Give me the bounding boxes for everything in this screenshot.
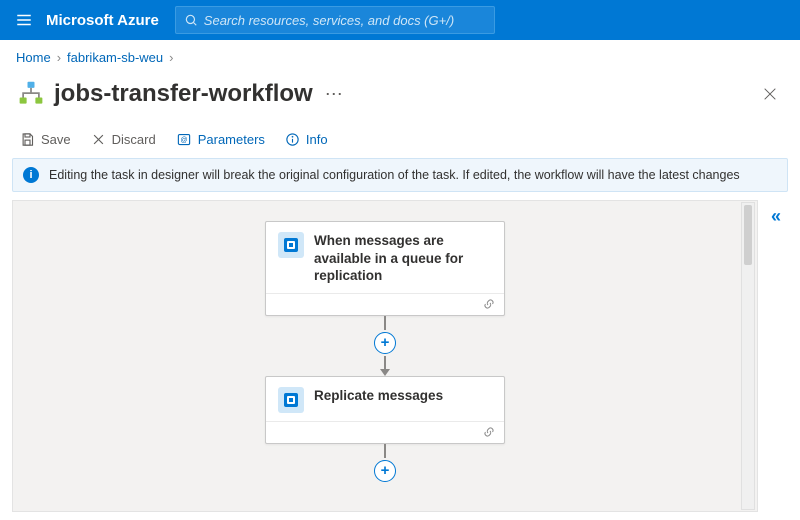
add-step-button[interactable]: + — [374, 332, 396, 354]
breadcrumb: Home › fabrikam-sb-weu › — [0, 40, 800, 74]
page-header: jobs-transfer-workflow ⋯ — [0, 74, 800, 120]
scrollbar-thumb[interactable] — [744, 205, 752, 265]
connector: + — [374, 316, 396, 376]
parameters-button[interactable]: @ Parameters — [168, 128, 273, 151]
save-button[interactable]: Save — [12, 128, 79, 151]
discard-icon — [91, 132, 106, 147]
info-icon: i — [23, 167, 39, 183]
trigger-title: When messages are available in a queue f… — [314, 232, 492, 285]
chevron-right-icon: › — [57, 50, 61, 65]
info-button[interactable]: Info — [277, 128, 336, 151]
service-bus-icon — [278, 387, 304, 413]
connector-end: + — [374, 444, 396, 484]
page-title: jobs-transfer-workflow — [54, 80, 313, 108]
search-icon — [184, 13, 198, 27]
link-icon — [482, 426, 496, 438]
breadcrumb-home[interactable]: Home — [16, 50, 51, 65]
designer-canvas-wrap: When messages are available in a queue f… — [12, 200, 788, 512]
global-search[interactable] — [175, 6, 495, 34]
save-icon — [20, 132, 35, 147]
info-banner: i Editing the task in designer will brea… — [12, 158, 788, 192]
discard-button[interactable]: Discard — [83, 128, 164, 151]
service-bus-icon — [278, 232, 304, 258]
scrollbar[interactable] — [741, 202, 755, 510]
search-input[interactable] — [204, 13, 486, 28]
svg-text:@: @ — [180, 137, 187, 144]
close-blade-button[interactable] — [756, 80, 784, 108]
banner-text: Editing the task in designer will break … — [49, 168, 740, 182]
workflow-action-card[interactable]: Replicate messages — [265, 376, 505, 444]
workflow-trigger-card[interactable]: When messages are available in a queue f… — [265, 221, 505, 316]
chevron-right-icon: › — [169, 50, 173, 65]
hamburger-menu-icon[interactable] — [8, 4, 40, 36]
more-actions-button[interactable]: ⋯ — [325, 84, 343, 105]
add-step-button[interactable]: + — [374, 460, 396, 482]
logic-app-icon — [16, 79, 46, 109]
collapse-panel-button[interactable]: « — [764, 206, 788, 227]
designer-canvas[interactable]: When messages are available in a queue f… — [12, 200, 758, 512]
breadcrumb-parent[interactable]: fabrikam-sb-weu — [67, 50, 163, 65]
link-icon — [482, 298, 496, 310]
info-icon — [285, 132, 300, 147]
azure-top-bar: Microsoft Azure — [0, 0, 800, 40]
parameters-icon: @ — [176, 132, 192, 147]
action-title: Replicate messages — [314, 387, 443, 413]
close-icon — [762, 86, 778, 102]
designer-toolbar: Save Discard @ Parameters Info — [0, 120, 800, 158]
arrow-down-icon — [380, 369, 390, 376]
brand-title: Microsoft Azure — [46, 12, 159, 29]
